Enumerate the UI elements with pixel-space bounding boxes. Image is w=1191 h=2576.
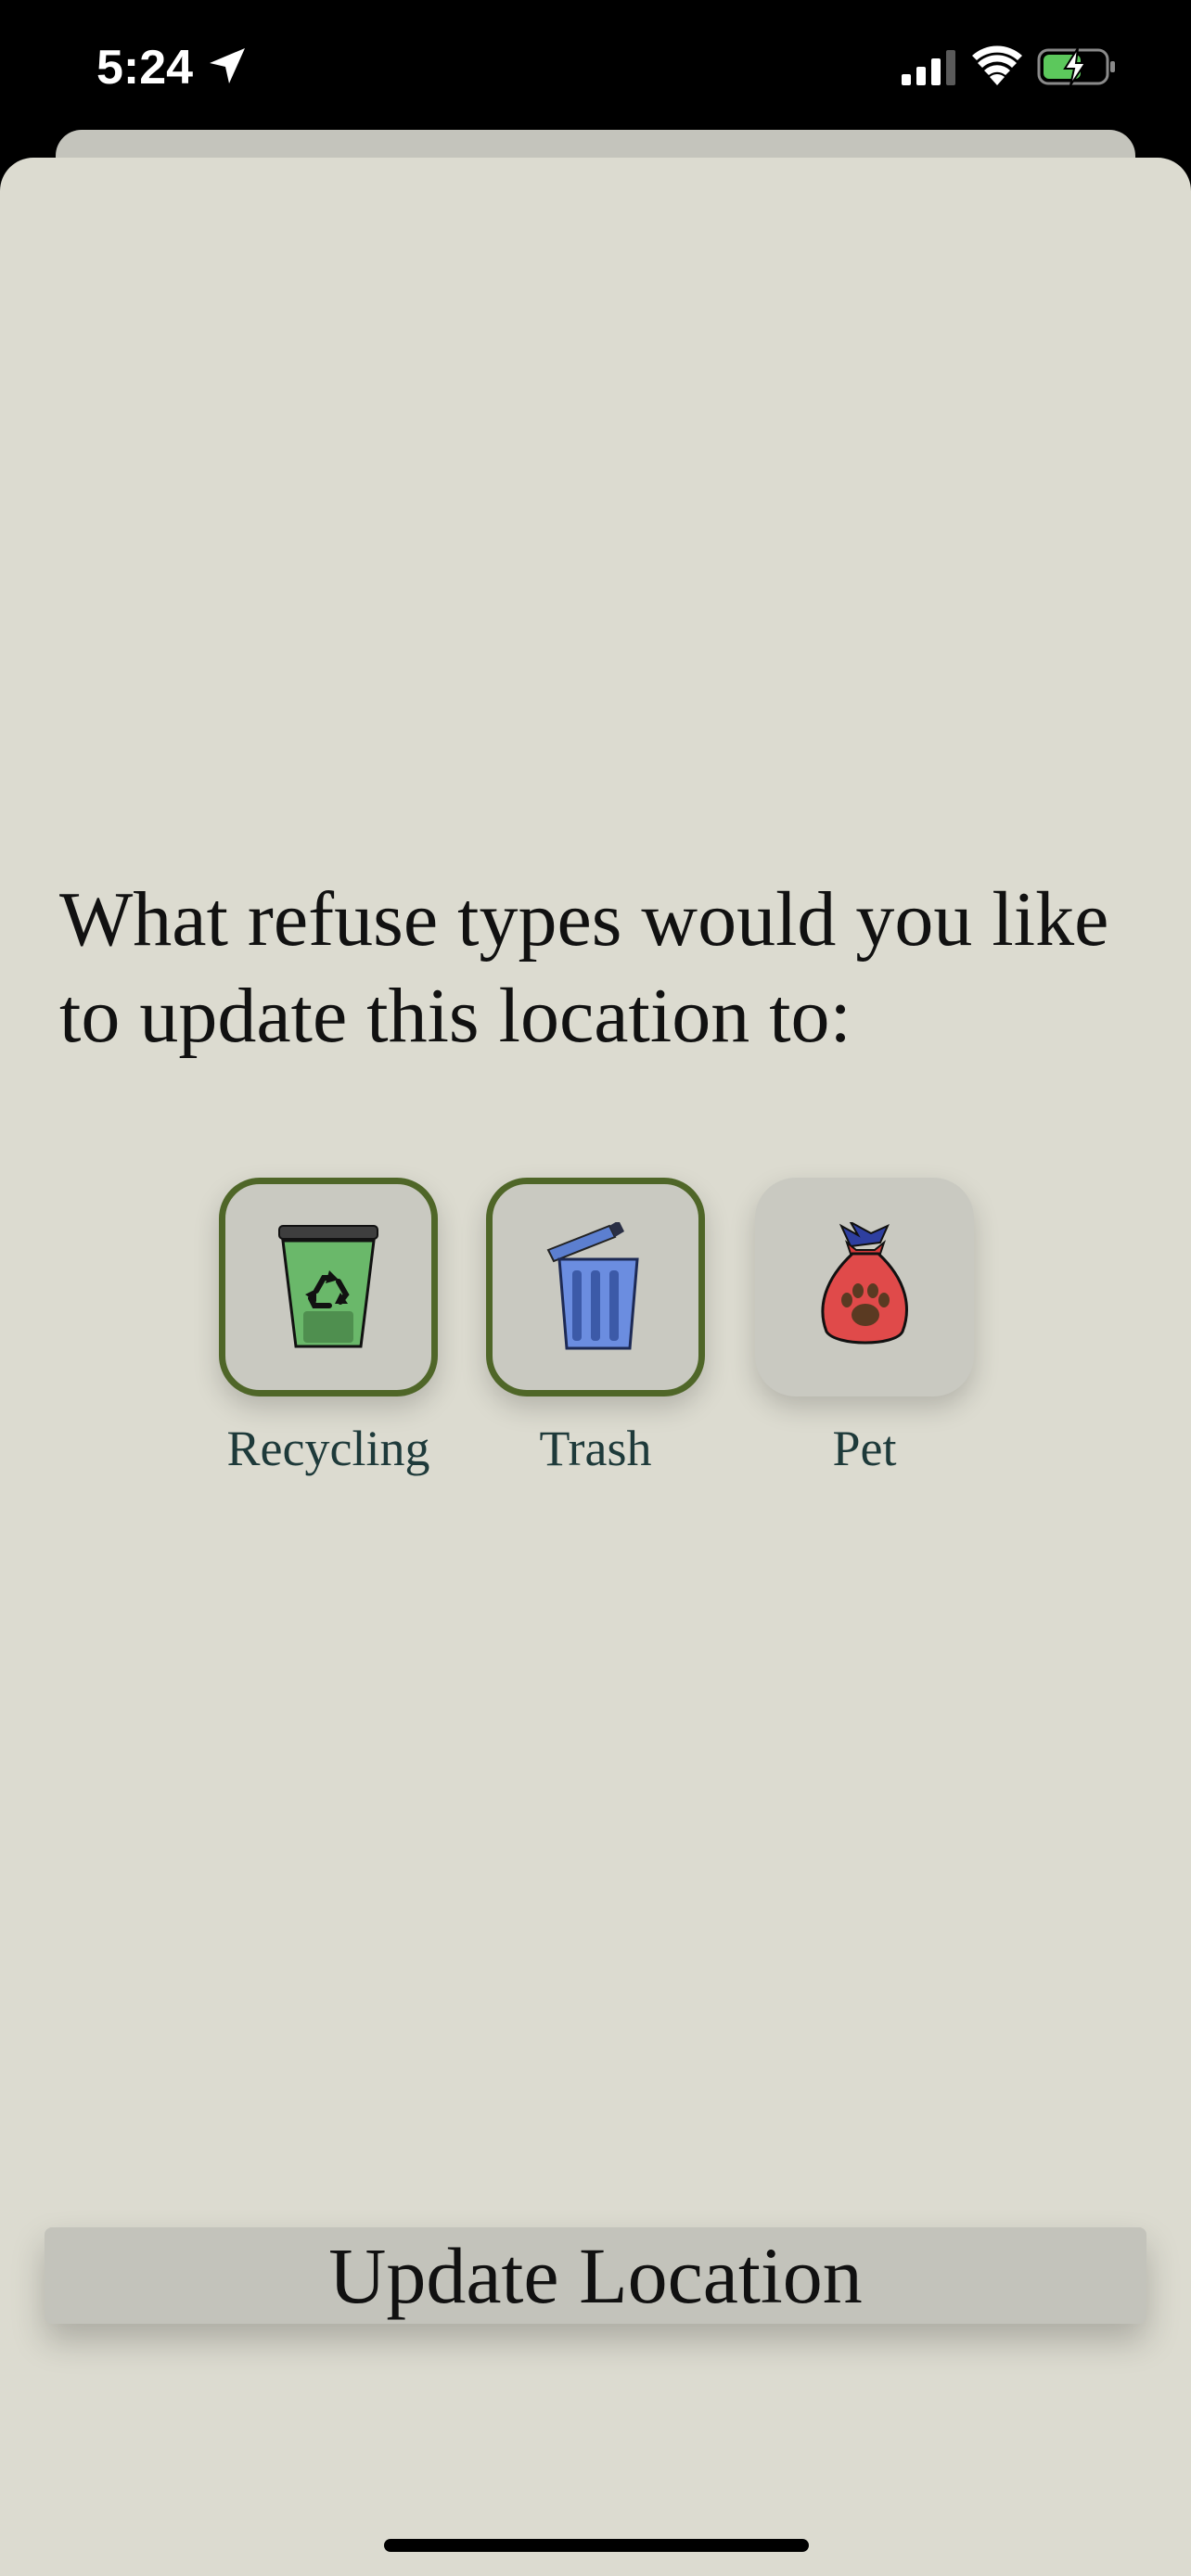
pet-tile[interactable]	[755, 1178, 974, 1396]
pet-label: Pet	[832, 1421, 897, 1476]
battery-charging-icon	[1037, 47, 1115, 86]
home-indicator	[384, 2539, 809, 2552]
recycling-label: Recycling	[226, 1421, 430, 1476]
pet-option[interactable]: Pet	[755, 1178, 974, 1493]
trash-tile[interactable]	[486, 1178, 705, 1396]
status-time: 5:24	[96, 41, 194, 95]
recycling-option[interactable]: Recycling	[219, 1178, 438, 1493]
refuse-type-options: Recycling Trash Pet	[0, 1178, 1191, 1493]
trash-can-icon	[546, 1222, 639, 1350]
cellular-signal-icon	[902, 50, 955, 85]
location-arrow-icon	[210, 48, 245, 83]
status-bar: 5:24	[0, 0, 1191, 130]
trash-option[interactable]: Trash	[486, 1178, 705, 1493]
update-location-button[interactable]: Update Location	[45, 2227, 1146, 2324]
update-location-label: Update Location	[328, 2231, 863, 2320]
refuse-type-prompt: What refuse types would you like to upda…	[59, 876, 1109, 1059]
recycling-bin-icon	[278, 1225, 378, 1348]
recycling-tile[interactable]	[219, 1178, 438, 1396]
trash-label: Trash	[539, 1421, 652, 1476]
pet-waste-bag-icon	[821, 1222, 908, 1345]
wifi-icon	[972, 45, 1022, 85]
